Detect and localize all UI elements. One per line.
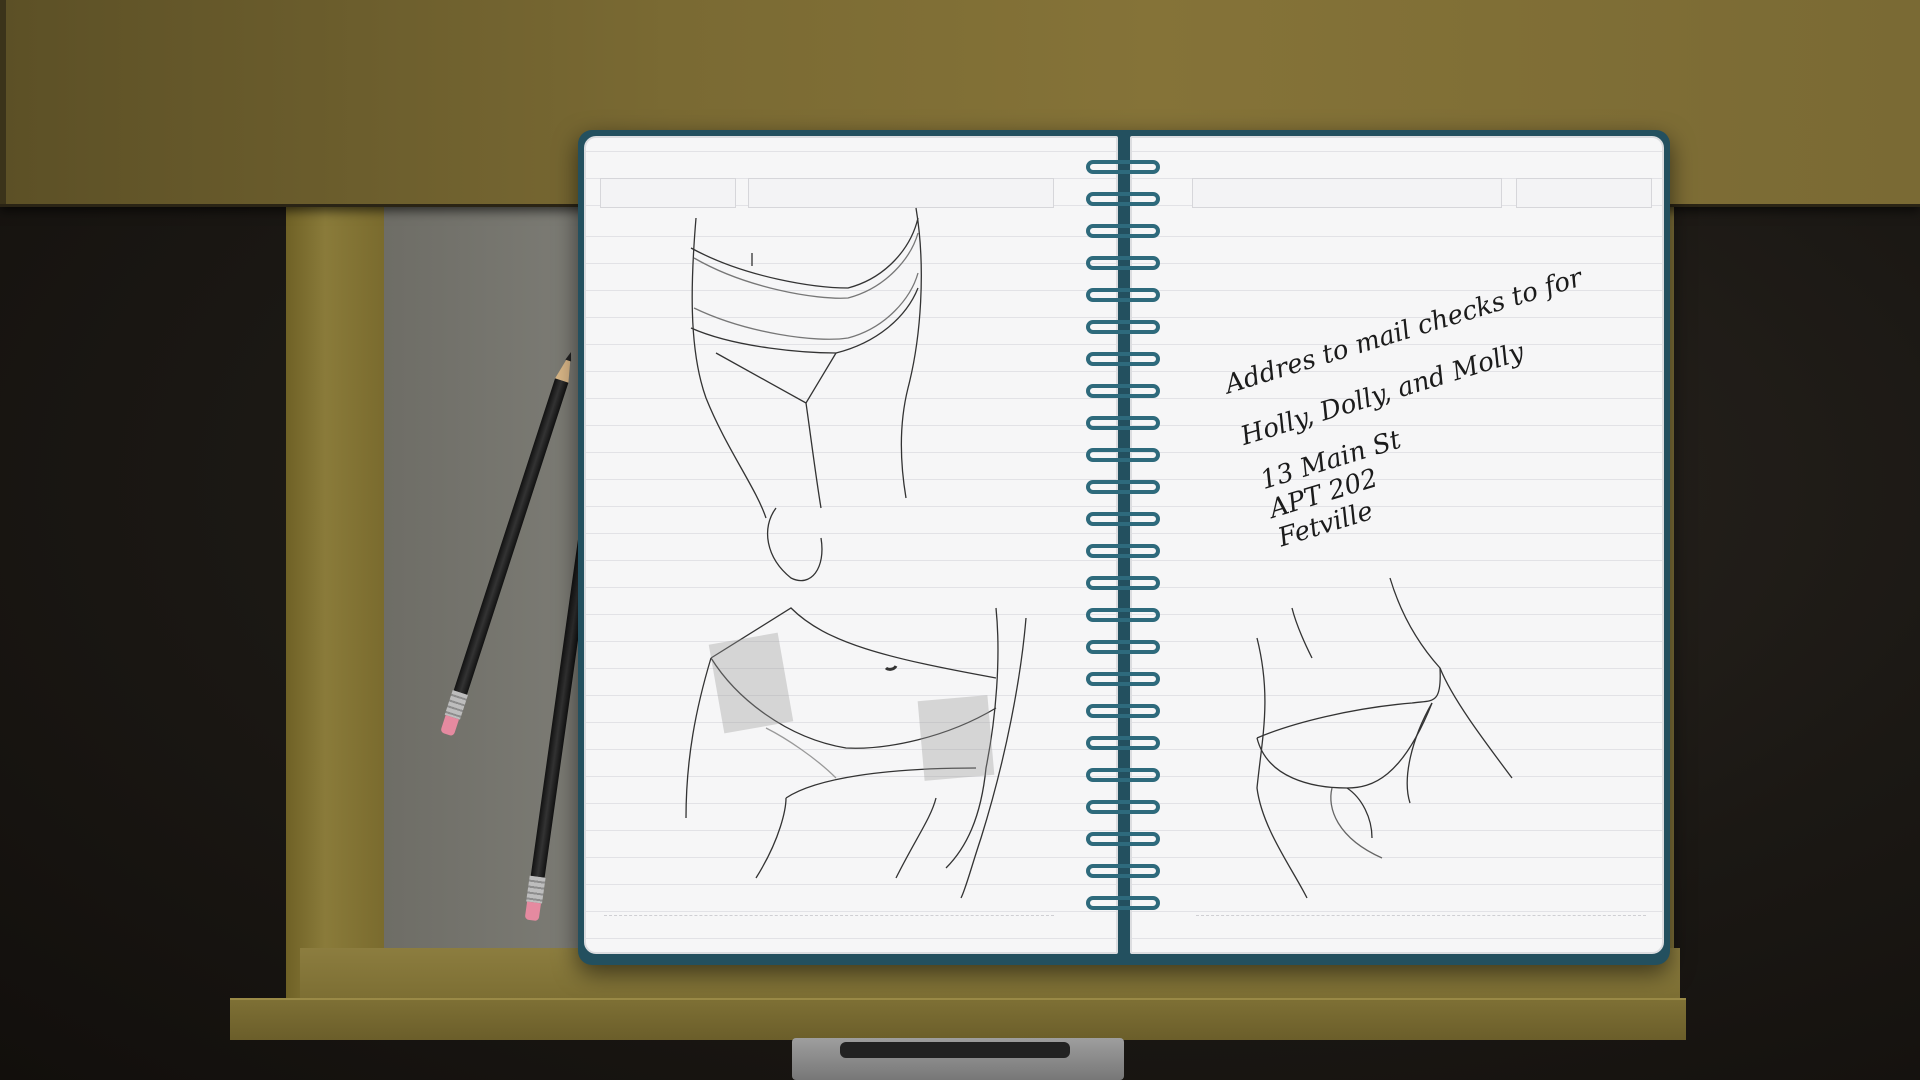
spiral-ring — [1086, 672, 1160, 686]
notebook-spiral — [1086, 160, 1162, 930]
spiral-ring — [1086, 608, 1160, 622]
spiral-ring — [1086, 512, 1160, 526]
desk-edge — [0, 0, 6, 204]
spiral-ring — [1086, 864, 1160, 878]
spiral-ring — [1086, 768, 1160, 782]
drawer-handle-slot — [840, 1042, 1070, 1058]
spiral-ring — [1086, 224, 1160, 238]
spiral-ring — [1086, 160, 1160, 174]
spiral-ring — [1086, 320, 1160, 334]
spiral-ring — [1086, 800, 1160, 814]
spiral-ring — [1086, 256, 1160, 270]
spiral-ring — [1086, 288, 1160, 302]
drawer-left-wall — [286, 206, 384, 1000]
lingerie-sketch-right — [1256, 577, 1513, 899]
pencil-eraser — [524, 901, 541, 922]
spiral-ring — [1086, 416, 1160, 430]
notebook-right-page — [1130, 136, 1664, 954]
spiral-ring — [1086, 896, 1160, 910]
spiral-ring — [1086, 704, 1160, 718]
spiral-ring — [1086, 640, 1160, 654]
spiral-ring — [1086, 480, 1160, 494]
notebook-icon[interactable]: Addres to mail checks to for Holly, Doll… — [578, 130, 1670, 965]
game-scene: Addres to mail checks to for Holly, Doll… — [0, 0, 1920, 1080]
spiral-ring — [1086, 192, 1160, 206]
spiral-ring — [1086, 736, 1160, 750]
drawer-front — [230, 998, 1686, 1040]
spiral-ring — [1086, 384, 1160, 398]
lingerie-sketch-left — [685, 207, 1027, 899]
spiral-ring — [1086, 576, 1160, 590]
spiral-ring — [1086, 448, 1160, 462]
spiral-ring — [1086, 544, 1160, 558]
spiral-ring — [1086, 352, 1160, 366]
notebook-left-page — [584, 136, 1118, 954]
spiral-ring — [1086, 832, 1160, 846]
